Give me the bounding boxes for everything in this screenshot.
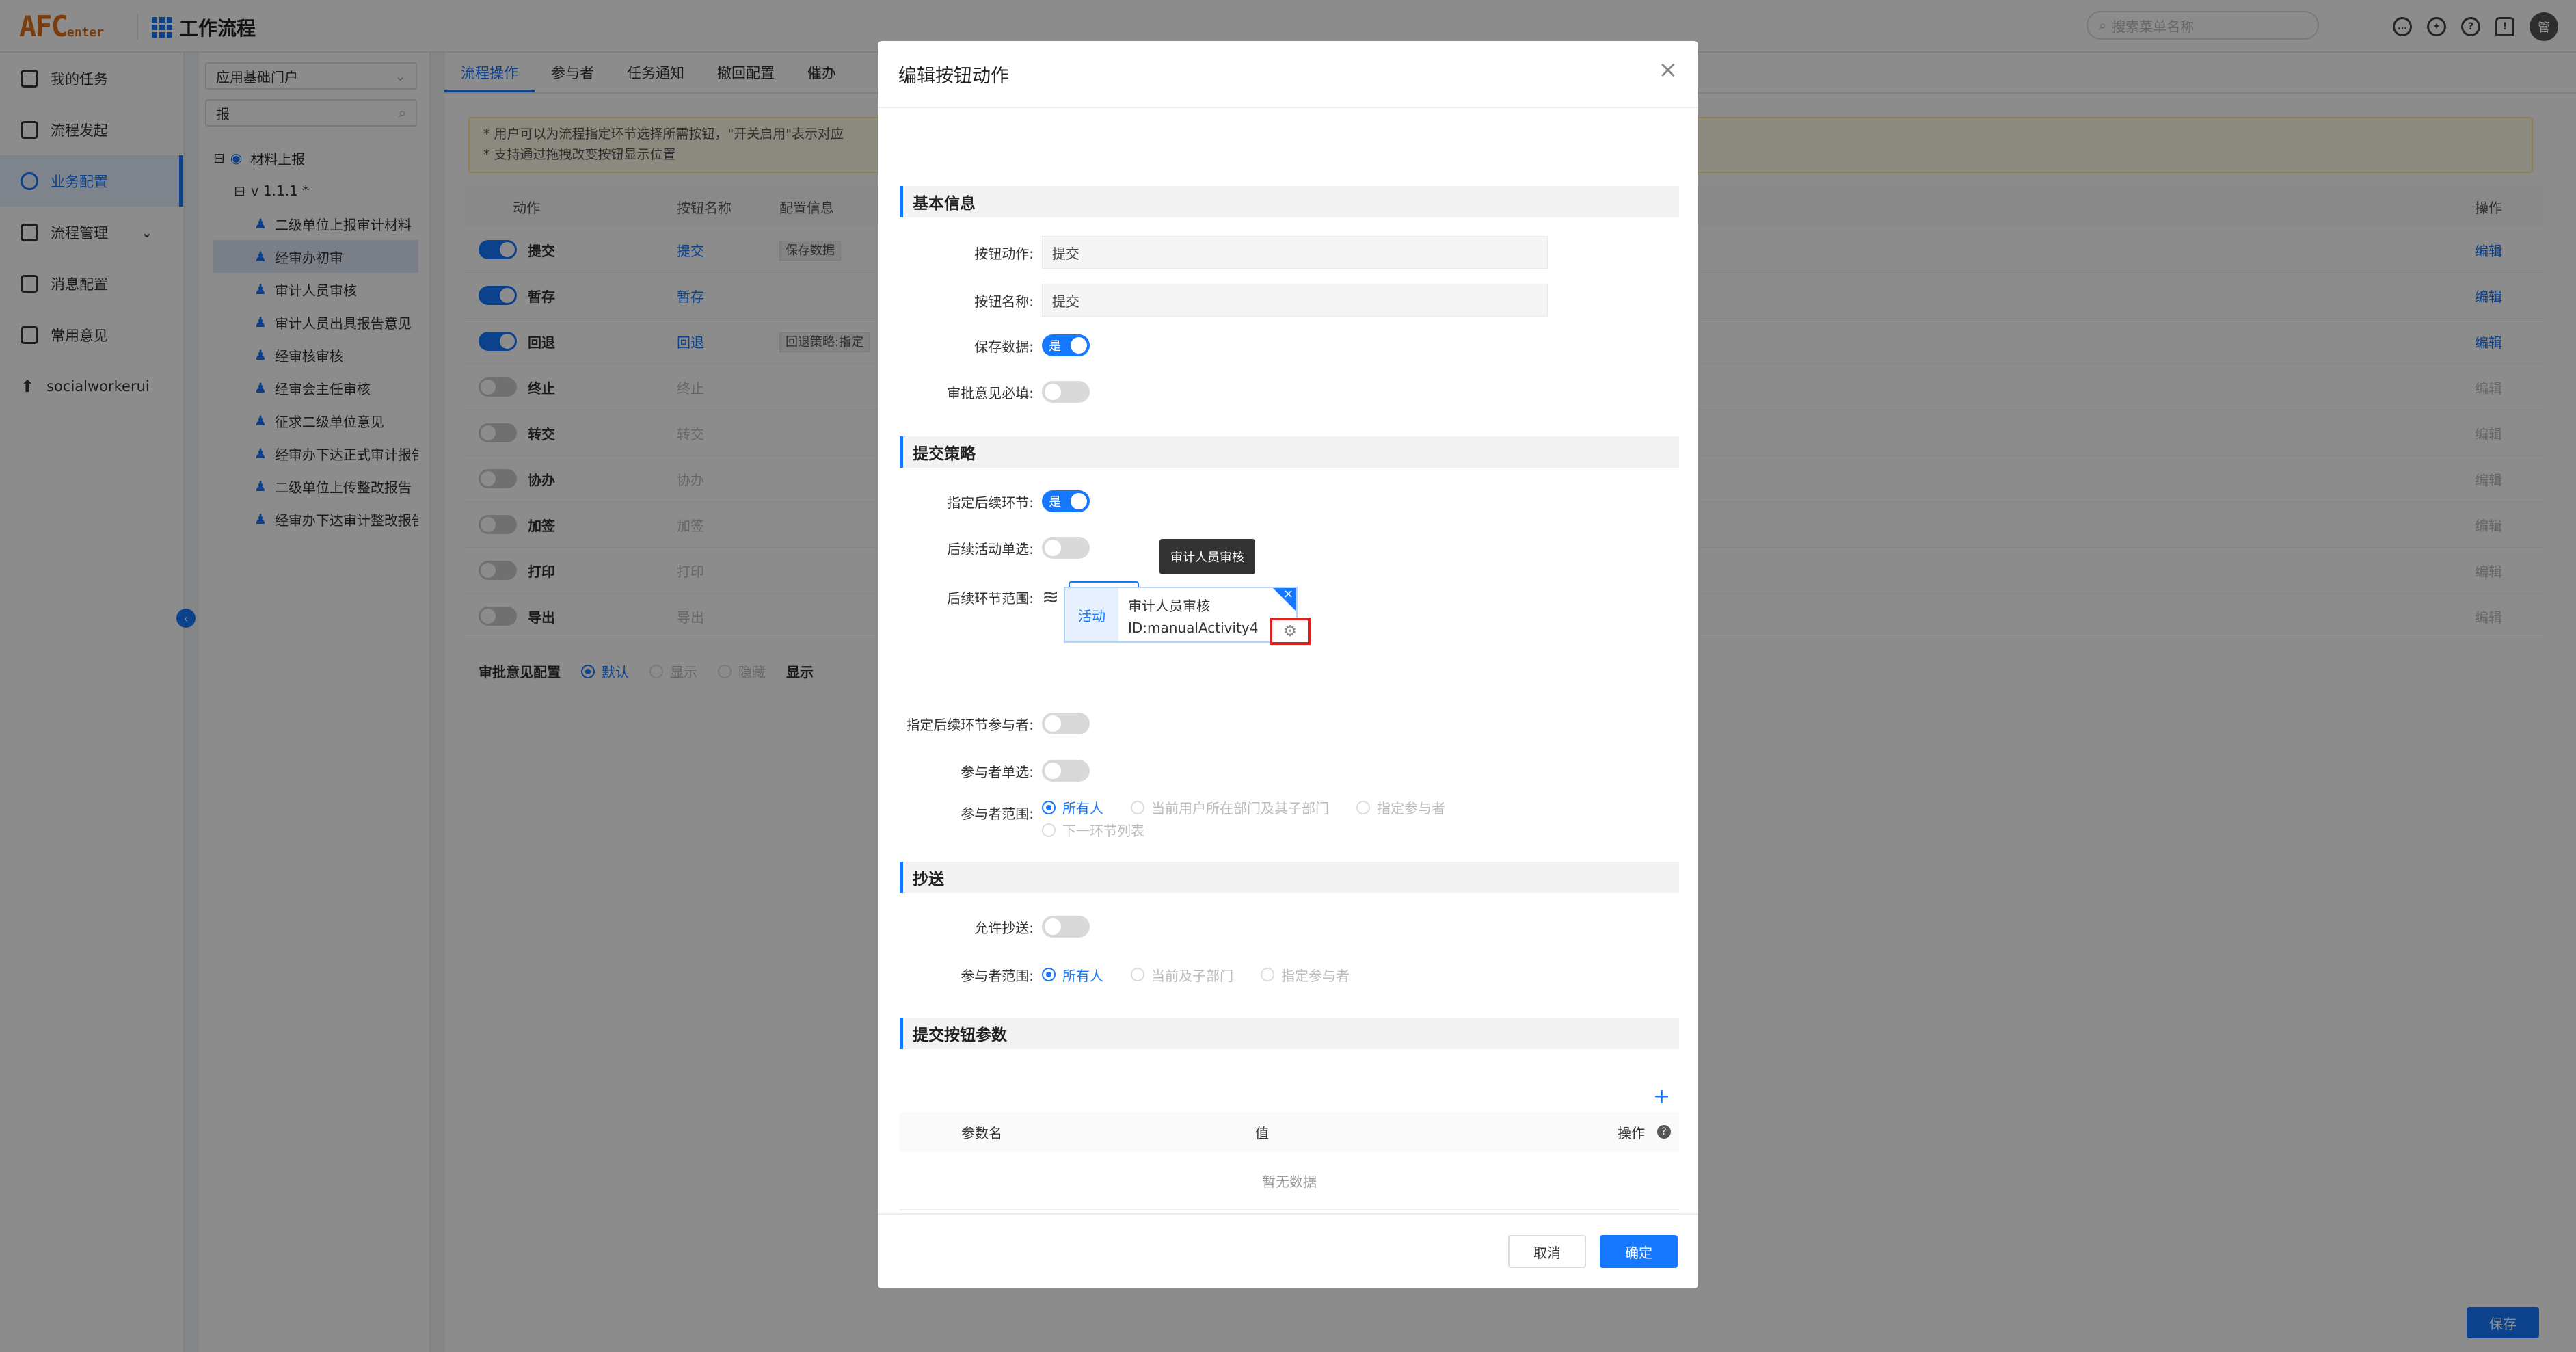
button-name-field[interactable]: 提交 xyxy=(1042,284,1548,317)
activity-card[interactable]: 活动 审计人员审核 ID:manualActivity4 × xyxy=(1064,587,1298,643)
dialog-footer: 取消 确定 xyxy=(878,1213,1698,1288)
params-header: 参数名 值 操作 ? xyxy=(900,1112,1679,1152)
layers-icon[interactable]: ≋ xyxy=(1042,585,1059,609)
next-participant-switch[interactable] xyxy=(1042,713,1090,734)
dialog-title: 编辑按钮动作 xyxy=(878,41,1698,108)
empty-state: 暂无数据 xyxy=(900,1152,1679,1210)
next-single-switch[interactable] xyxy=(1042,537,1090,559)
section-cc: 抄送 xyxy=(900,862,1679,893)
close-icon[interactable]: × xyxy=(1283,587,1293,601)
allow-cc-switch[interactable] xyxy=(1042,916,1090,938)
add-param-icon[interactable]: + xyxy=(1653,1085,1670,1109)
button-action-field[interactable]: 提交 xyxy=(1042,236,1548,269)
edit-button-action-dialog: 编辑按钮动作 × 基本信息 按钮动作: 提交 按钮名称: 提交 保存数据: 是 审批意… xyxy=(878,41,1698,1288)
participant-single-switch[interactable] xyxy=(1042,760,1090,782)
save-data-switch[interactable]: 是 xyxy=(1042,334,1090,356)
radio-all[interactable]: 所有人 xyxy=(1042,797,1103,817)
specify-next-switch[interactable]: 是 xyxy=(1042,490,1090,512)
radio-current-dept[interactable]: 当前用户所在部门及其子部门 xyxy=(1131,797,1329,817)
params-table: 参数名 值 操作 ? 暂无数据 xyxy=(900,1112,1679,1210)
cancel-button[interactable]: 取消 xyxy=(1508,1235,1586,1268)
section-submit-strategy: 提交策略 xyxy=(900,436,1679,468)
section-basic-info: 基本信息 xyxy=(900,186,1679,217)
opinion-required-switch[interactable] xyxy=(1042,381,1090,403)
confirm-button[interactable]: 确定 xyxy=(1600,1235,1678,1268)
activity-id: ID:manualActivity4 xyxy=(1128,620,1259,636)
close-icon[interactable]: × xyxy=(1659,56,1678,83)
radio-specified[interactable]: 指定参与者 xyxy=(1356,797,1445,817)
activity-tag: 活动 xyxy=(1065,588,1118,641)
help-icon[interactable]: ? xyxy=(1657,1125,1671,1139)
cc-radio-all[interactable]: 所有人 xyxy=(1042,965,1103,985)
activity-name: 审计人员审核 xyxy=(1128,598,1210,614)
cc-radio-specified[interactable]: 指定参与者 xyxy=(1261,965,1350,985)
section-submit-params: 提交按钮参数 xyxy=(900,1018,1679,1049)
cc-radio-sub-dept[interactable]: 当前及子部门 xyxy=(1131,965,1233,985)
radio-next-list[interactable]: 下一环节列表 xyxy=(1042,820,1144,840)
activity-tooltip: 审计人员审核 xyxy=(1159,539,1255,574)
gear-icon[interactable]: ⚙ xyxy=(1270,618,1311,645)
